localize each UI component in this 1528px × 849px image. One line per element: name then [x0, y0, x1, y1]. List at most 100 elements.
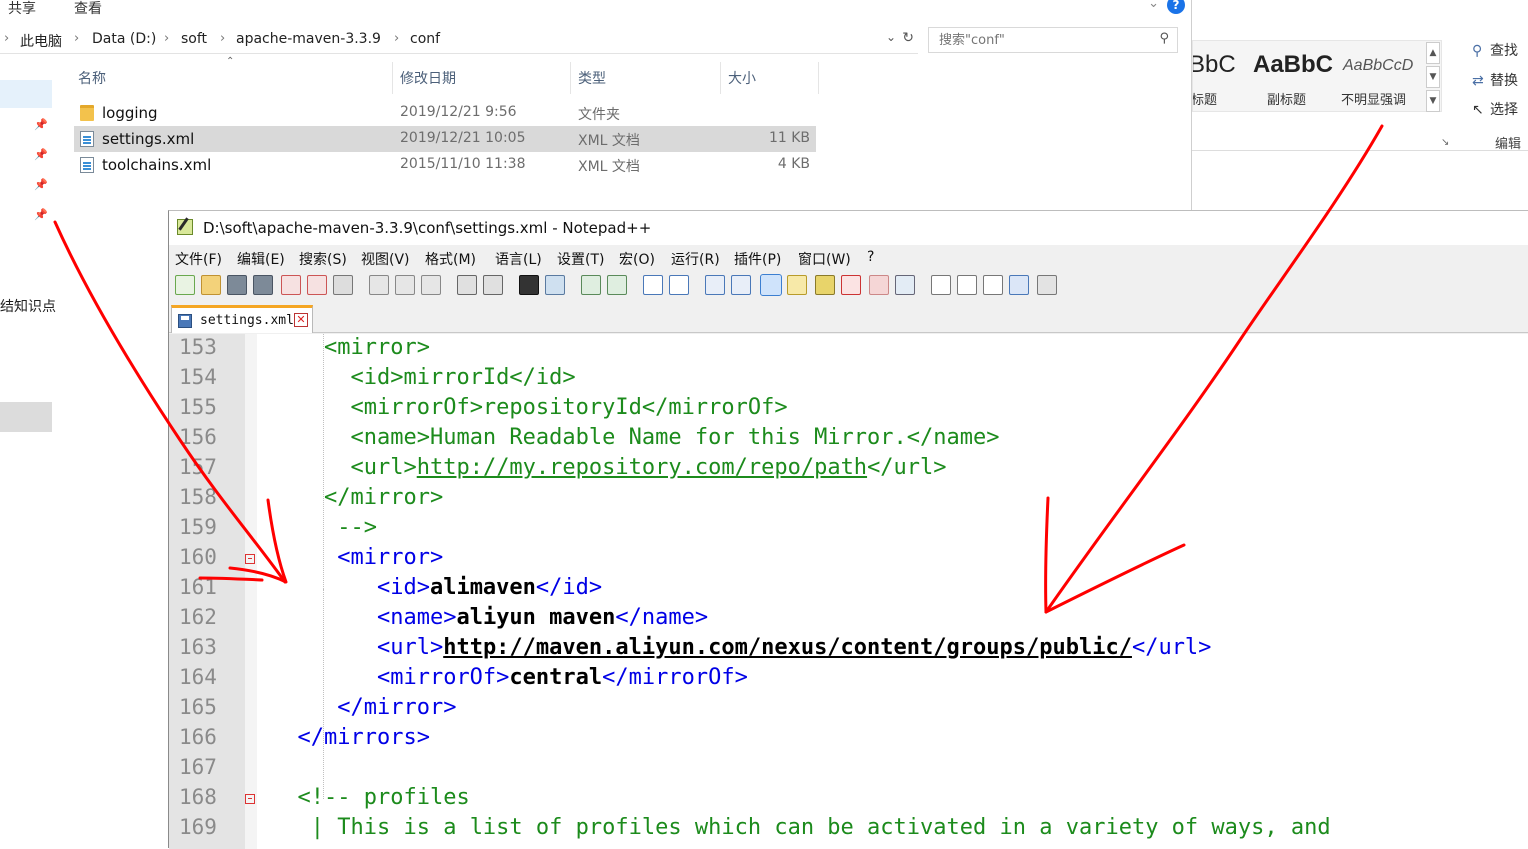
breadcrumb-maven[interactable]: apache-maven-3.3.9 — [236, 31, 381, 47]
play-macro-icon[interactable] — [983, 275, 1003, 295]
menu-help[interactable]: ? — [867, 249, 874, 265]
code-line[interactable]: 163 <url>http://maven.aliyun.com/nexus/c… — [169, 634, 1528, 664]
nav-item-highlight[interactable] — [0, 402, 52, 432]
refresh-icon[interactable]: ↻ — [902, 30, 914, 46]
code-line[interactable]: 167 — [169, 754, 1528, 784]
paste-icon[interactable] — [421, 275, 441, 295]
file-row-logging[interactable]: logging 2019/12/21 9:56 文件夹 — [74, 100, 816, 126]
title-bar[interactable]: D:\soft\apache-maven-3.3.9\conf\settings… — [169, 211, 1528, 245]
code-line[interactable]: 166 </mirrors> — [169, 724, 1528, 754]
address-dropdown-icon[interactable]: ⌄ — [886, 30, 896, 44]
breadcrumb-this-pc[interactable]: 此电脑 — [20, 31, 62, 51]
column-header-date[interactable]: 修改日期 — [400, 68, 456, 88]
column-divider[interactable] — [720, 62, 721, 94]
code-editor[interactable]: 153 <mirror> 154 <id>mirrorId</id> 155 <mi… — [169, 334, 1528, 849]
column-divider[interactable] — [392, 62, 393, 94]
open-file-icon[interactable] — [201, 275, 221, 295]
code-line[interactable]: 154 <id>mirrorId</id> — [169, 364, 1528, 394]
sync-vertical-icon[interactable] — [643, 275, 663, 295]
code-line[interactable]: 165 </mirror> — [169, 694, 1528, 724]
close-all-icon[interactable] — [307, 275, 327, 295]
nav-item-label[interactable]: 结知识点 — [0, 296, 56, 316]
breadcrumb-drive[interactable]: Data (D:) — [92, 31, 156, 47]
pin-icon[interactable]: 📌 — [34, 118, 48, 131]
pin-icon[interactable]: 📌 — [34, 148, 48, 161]
column-header-size[interactable]: 大小 — [728, 68, 756, 88]
column-header-type[interactable]: 类型 — [578, 68, 606, 88]
code-line[interactable]: 161 <id>alimaven</id> — [169, 574, 1528, 604]
find-icon[interactable] — [519, 275, 539, 295]
code-line[interactable]: 155 <mirrorOf>repositoryId</mirrorOf> — [169, 394, 1528, 424]
function-list-icon[interactable] — [841, 275, 861, 295]
code-line[interactable]: 164 <mirrorOf>central</mirrorOf> — [169, 664, 1528, 694]
sync-horizontal-icon[interactable] — [669, 275, 689, 295]
search-box[interactable]: ⚲ — [928, 27, 1178, 53]
menu-view[interactable]: 视图(V) — [361, 249, 410, 269]
code-line[interactable]: 169 | This is a list of profiles which c… — [169, 814, 1528, 844]
menu-window[interactable]: 窗口(W) — [798, 249, 851, 269]
menu-language[interactable]: 语言(L) — [495, 249, 542, 269]
code-line[interactable]: 159 --> — [169, 514, 1528, 544]
close-file-icon[interactable] — [281, 275, 301, 295]
column-divider[interactable] — [570, 62, 571, 94]
user-language-icon[interactable] — [787, 275, 807, 295]
copy-icon[interactable] — [395, 275, 415, 295]
new-file-icon[interactable] — [175, 275, 195, 295]
folder-workspace-icon[interactable] — [869, 275, 889, 295]
menu-macro[interactable]: 宏(O) — [619, 249, 655, 269]
record-macro-icon[interactable] — [931, 275, 951, 295]
close-icon[interactable]: ✕ — [294, 313, 308, 327]
column-header-name[interactable]: 名称 — [78, 68, 106, 88]
replace-button[interactable]: ⇄ 替换 — [1472, 70, 1518, 90]
zoom-in-icon[interactable] — [581, 275, 601, 295]
breadcrumb-soft[interactable]: soft — [181, 31, 207, 47]
search-input[interactable] — [937, 29, 1147, 51]
ribbon-tab-share[interactable]: 共享 — [8, 0, 36, 18]
save-all-icon[interactable] — [253, 275, 273, 295]
menu-file[interactable]: 文件(F) — [175, 249, 222, 269]
ribbon-tab-view[interactable]: 查看 — [74, 0, 102, 18]
code-line[interactable]: 157 <url>http://my.repository.com/repo/p… — [169, 454, 1528, 484]
cut-icon[interactable] — [369, 275, 389, 295]
redo-icon[interactable] — [483, 275, 503, 295]
dialog-launcher-icon[interactable]: ↘ — [1441, 137, 1449, 148]
pin-icon[interactable]: 📌 — [34, 178, 48, 191]
code-line[interactable]: 162 <name>aliyun maven</name> — [169, 604, 1528, 634]
menu-plugins[interactable]: 插件(P) — [734, 249, 781, 269]
file-row-toolchains-xml[interactable]: toolchains.xml 2015/11/10 11:38 XML 文档 4… — [74, 152, 816, 178]
save-macro-icon[interactable] — [1037, 275, 1057, 295]
help-icon[interactable]: ? — [1167, 0, 1185, 14]
column-divider[interactable] — [818, 62, 819, 94]
file-row-settings-xml[interactable]: settings.xml 2019/12/21 10:05 XML 文档 11 … — [74, 126, 816, 152]
run-macro-multiple-icon[interactable] — [1009, 275, 1029, 295]
document-map-icon[interactable] — [815, 275, 835, 295]
fold-toggle-icon[interactable] — [245, 554, 255, 564]
monitoring-eye-icon[interactable] — [895, 275, 915, 295]
fold-toggle-icon[interactable] — [245, 794, 255, 804]
code-line[interactable]: 158 </mirror> — [169, 484, 1528, 514]
code-line[interactable]: 168 <!-- profiles — [169, 784, 1528, 814]
address-bar[interactable]: › 此电脑 › Data (D:) › soft › apache-maven-… — [0, 26, 918, 54]
code-line[interactable]: 160 <mirror> — [169, 544, 1528, 574]
undo-icon[interactable] — [457, 275, 477, 295]
save-icon[interactable] — [227, 275, 247, 295]
nav-item-selected[interactable] — [0, 80, 52, 108]
zoom-out-icon[interactable] — [607, 275, 627, 295]
tab-settings-xml[interactable]: settings.xml ✕ — [171, 305, 313, 333]
menu-settings[interactable]: 设置(T) — [557, 249, 604, 269]
print-icon[interactable] — [333, 275, 353, 295]
search-icon[interactable]: ⚲ — [1159, 31, 1169, 46]
show-all-characters-icon[interactable] — [731, 275, 751, 295]
menu-run[interactable]: 运行(R) — [671, 249, 720, 269]
stop-macro-icon[interactable] — [957, 275, 977, 295]
replace-icon[interactable] — [545, 275, 565, 295]
code-line[interactable]: 156 <name>Human Readable Name for this M… — [169, 424, 1528, 454]
find-button[interactable]: ⚲ 查找 — [1472, 40, 1518, 60]
menu-edit[interactable]: 编辑(E) — [237, 249, 285, 269]
indent-guide-icon[interactable] — [760, 274, 782, 296]
chevron-down-icon[interactable]: ⌄ — [1148, 0, 1159, 11]
styles-scroll-up[interactable]: ▲ — [1426, 42, 1440, 64]
select-button[interactable]: ↖ 选择 — [1472, 99, 1518, 119]
styles-expand[interactable]: ▼ — [1426, 90, 1440, 112]
pin-icon[interactable]: 📌 — [34, 208, 48, 221]
